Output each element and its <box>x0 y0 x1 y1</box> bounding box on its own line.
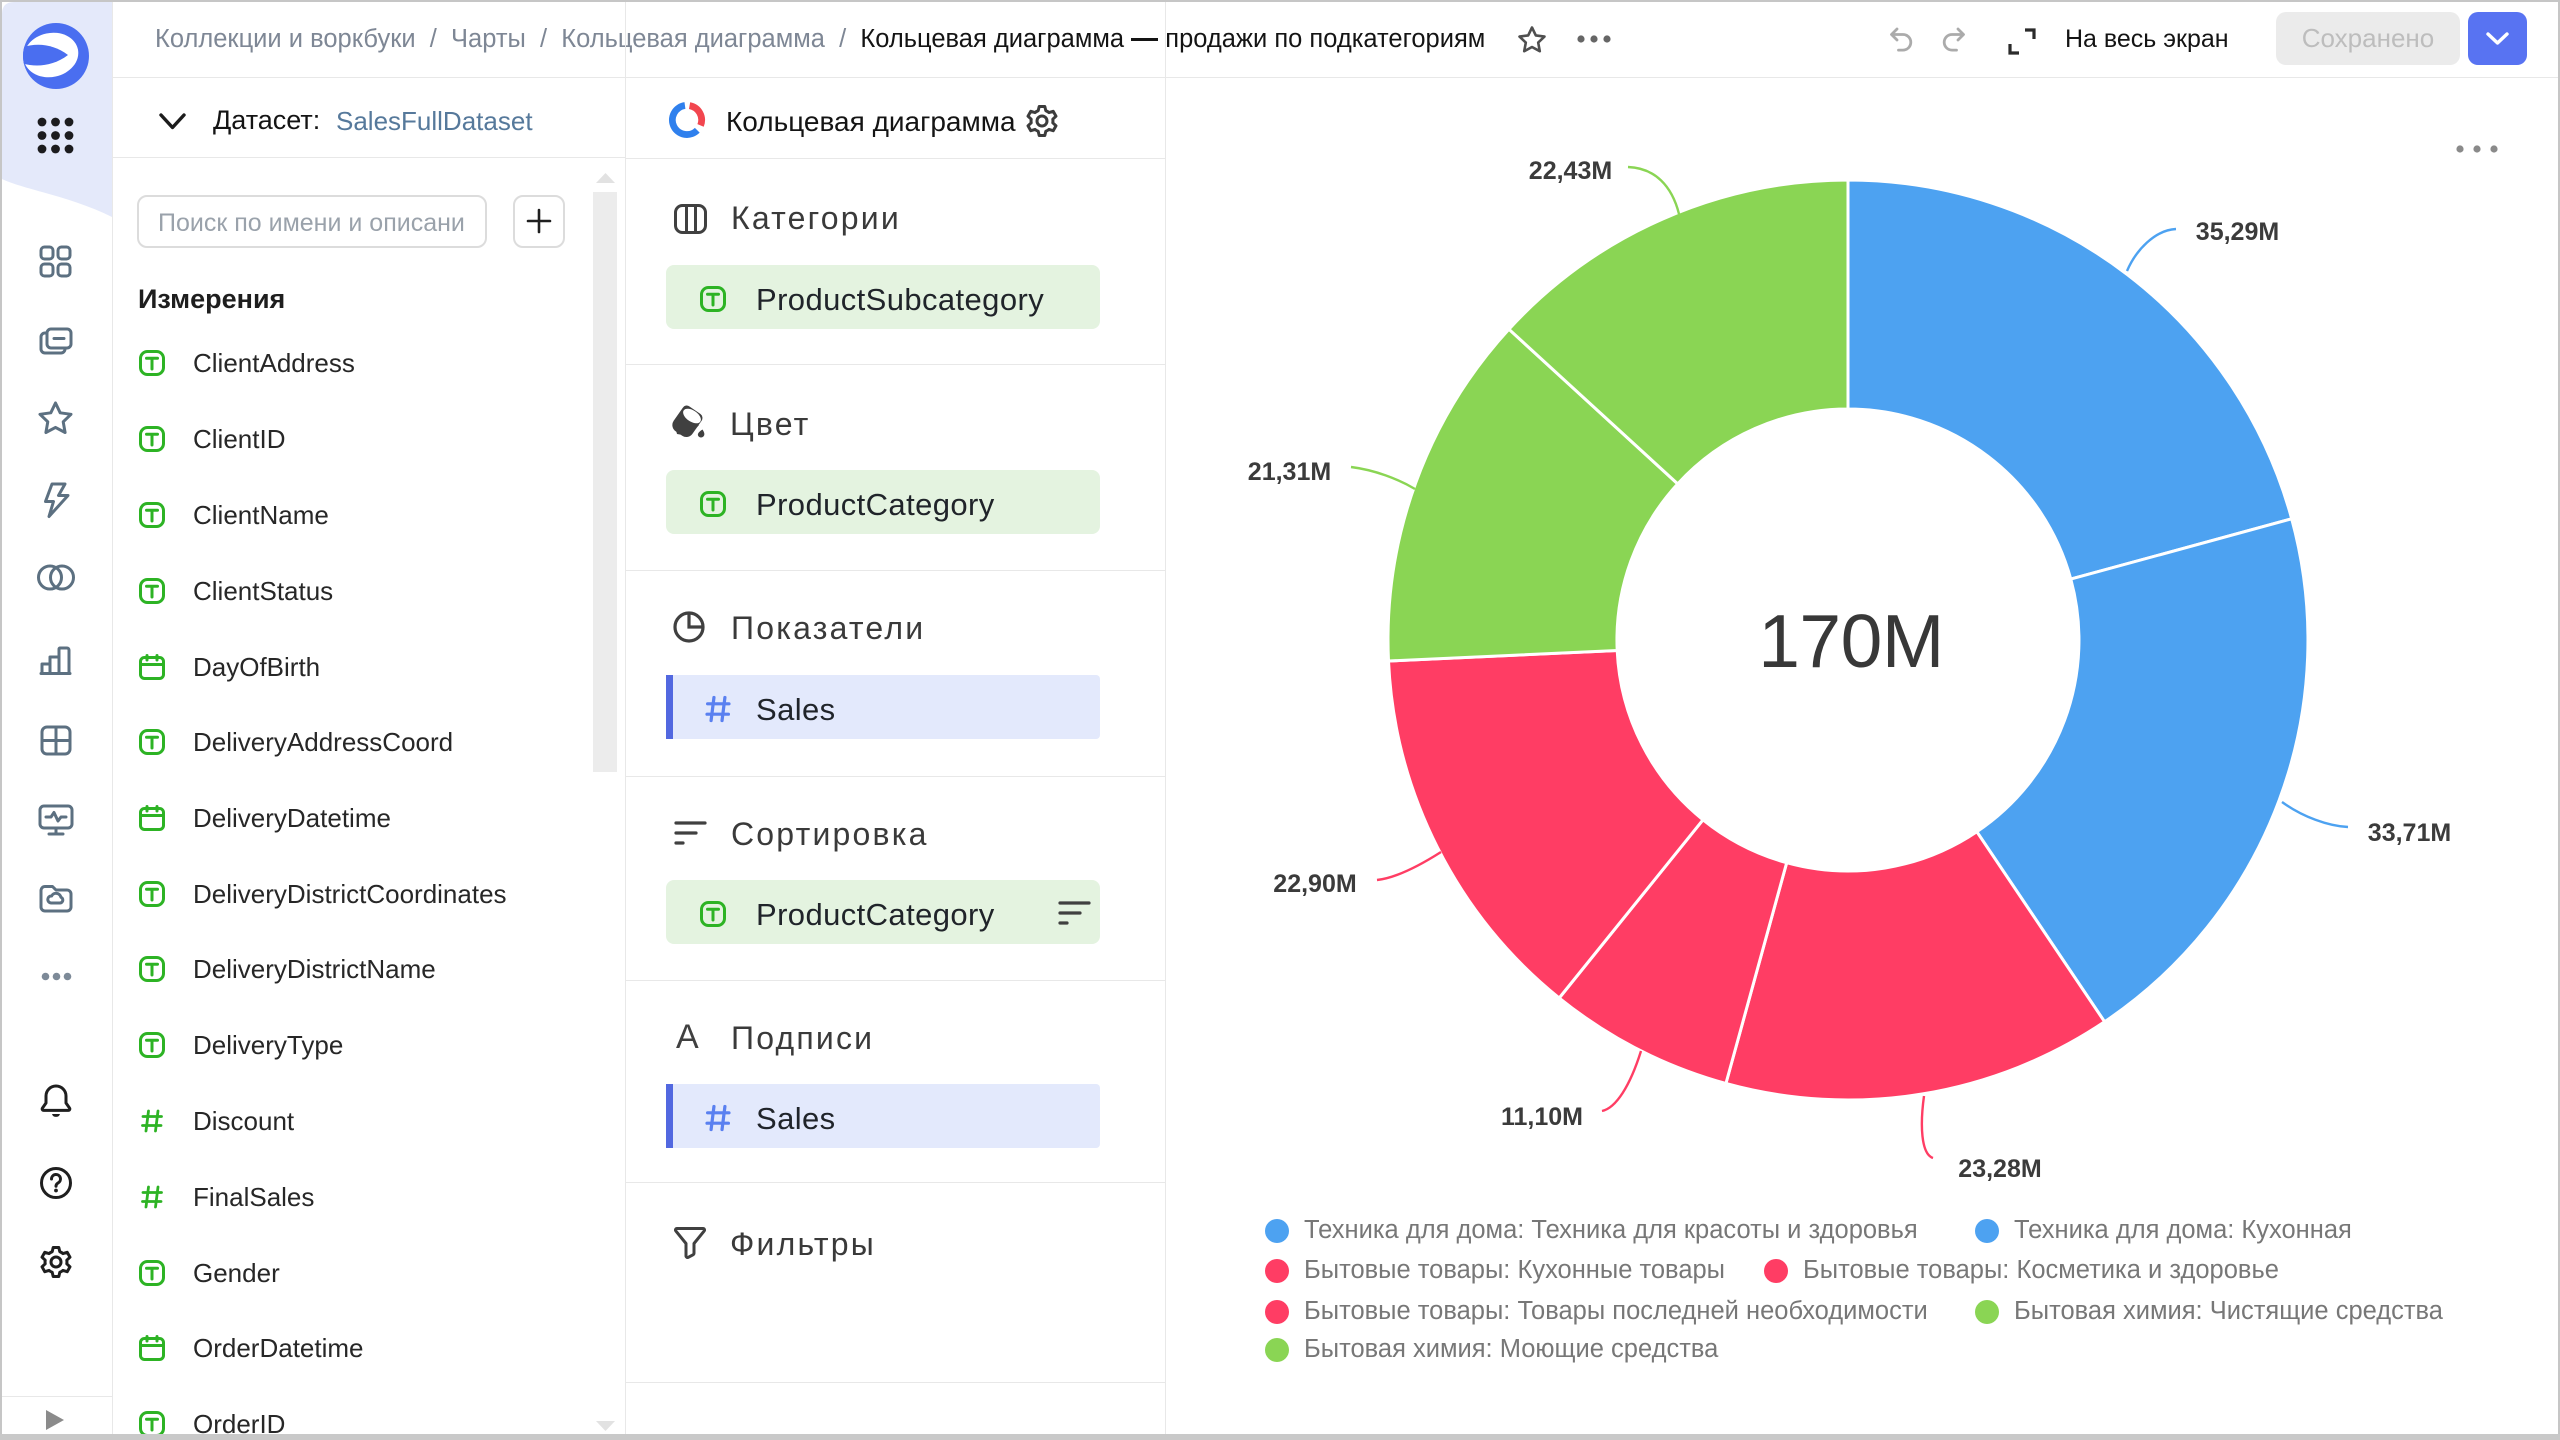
svg-text:11,10M: 11,10M <box>1501 1103 1583 1131</box>
svg-text:21,31M: 21,31M <box>1248 458 1331 486</box>
svg-text:33,71M: 33,71M <box>2368 819 2451 847</box>
svg-text:22,90M: 22,90M <box>1273 870 1356 898</box>
svg-text:22,43M: 22,43M <box>1529 157 1612 185</box>
svg-text:23,28M: 23,28M <box>1958 1155 2041 1183</box>
svg-text:35,29M: 35,29M <box>2196 218 2279 246</box>
svg-text:170M: 170M <box>1758 599 1944 683</box>
